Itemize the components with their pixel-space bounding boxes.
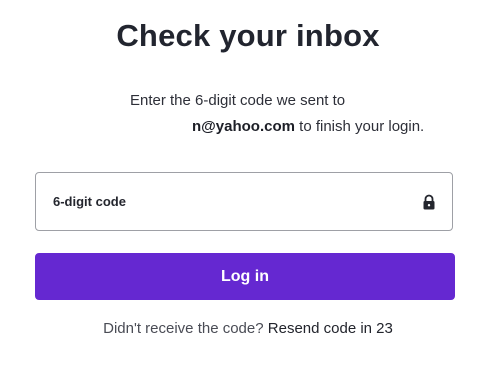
- login-verification-page: Check your inbox Enter the 6-digit code …: [0, 0, 496, 365]
- login-button[interactable]: Log in: [35, 253, 455, 300]
- instruction-email-line: n@yahoo.com to finish your login.: [192, 118, 452, 135]
- resend-row: Didn't receive the code? Resend code in …: [0, 320, 496, 337]
- page-title: Check your inbox: [116, 18, 380, 53]
- instruction-suffix: to finish your login.: [294, 118, 425, 135]
- instruction-text: Enter the 6-digit code we sent to: [130, 92, 346, 109]
- resend-prompt: Didn't receive the code?: [103, 320, 264, 337]
- resend-code-link[interactable]: Resend code in 23: [268, 320, 393, 337]
- code-field-label: 6-digit code: [53, 194, 126, 209]
- lock-icon: [423, 194, 435, 209]
- email-address: n@yahoo.com: [192, 118, 295, 135]
- code-input-field[interactable]: 6-digit code: [35, 172, 453, 231]
